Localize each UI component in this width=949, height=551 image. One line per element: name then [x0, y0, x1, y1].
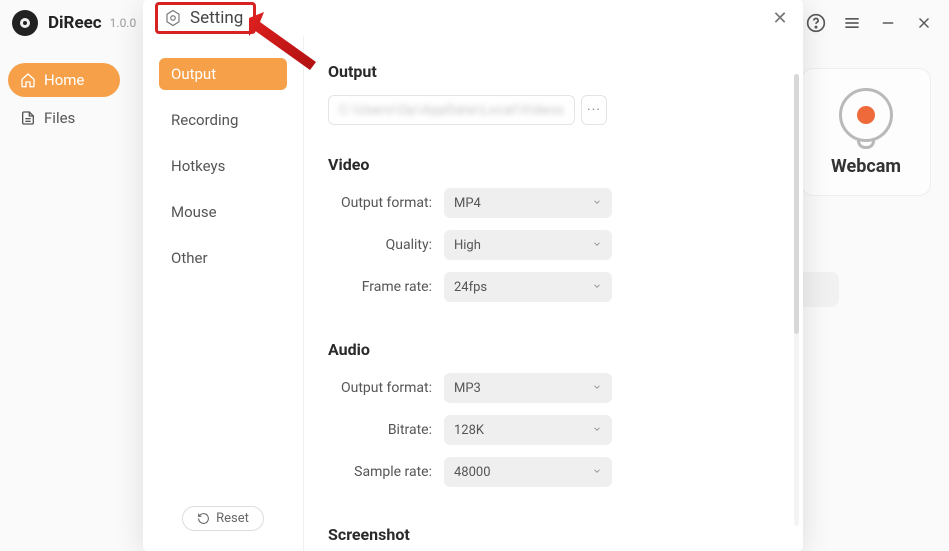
- video-quality-label: Quality:: [328, 237, 432, 253]
- settings-gear-icon: [164, 9, 182, 27]
- app-name: DiReec: [48, 13, 102, 33]
- audio-format-label: Output format:: [328, 380, 432, 396]
- dropdown-value: MP3: [454, 381, 481, 396]
- home-icon: [20, 72, 36, 88]
- chevron-down-icon: [592, 465, 602, 480]
- menu-icon[interactable]: [839, 10, 865, 36]
- audio-format-dropdown[interactable]: MP3: [444, 373, 612, 403]
- settings-nav-recording[interactable]: Recording: [159, 104, 287, 136]
- webcam-label: Webcam: [831, 156, 901, 177]
- output-path-input[interactable]: C:\Users\Op\AppData\Local\Videos: [328, 95, 575, 125]
- sidebar-item-home[interactable]: Home: [8, 63, 120, 97]
- app-logo: [12, 10, 38, 36]
- app-version: 1.0.0: [110, 16, 137, 30]
- sidebar-item-label: Files: [44, 109, 75, 127]
- main-sidebar: Home Files: [0, 45, 128, 157]
- section-title-output: Output: [328, 62, 779, 81]
- settings-nav-hotkeys[interactable]: Hotkeys: [159, 150, 287, 182]
- help-icon[interactable]: [803, 10, 829, 36]
- settings-modal: Setting ✕ Output Recording Hotkeys Mouse…: [143, 0, 803, 551]
- settings-nav-mouse[interactable]: Mouse: [159, 196, 287, 228]
- settings-content: Output C:\Users\Op\AppData\Local\Videos …: [303, 36, 803, 551]
- chevron-down-icon: [592, 423, 602, 438]
- section-title-video: Video: [328, 155, 779, 174]
- minimize-icon[interactable]: [875, 10, 901, 36]
- chevron-down-icon: [592, 381, 602, 396]
- audio-samplerate-label: Sample rate:: [328, 464, 432, 480]
- audio-samplerate-dropdown[interactable]: 48000: [444, 457, 612, 487]
- dropdown-value: 48000: [454, 465, 491, 480]
- sidebar-item-files[interactable]: Files: [8, 101, 120, 135]
- dropdown-value: 24fps: [454, 280, 487, 295]
- audio-bitrate-dropdown[interactable]: 128K: [444, 415, 612, 445]
- modal-header: Setting ✕: [143, 0, 803, 36]
- chevron-down-icon: [592, 280, 602, 295]
- video-format-dropdown[interactable]: MP4: [444, 188, 612, 218]
- section-title-audio: Audio: [328, 340, 779, 359]
- video-framerate-label: Frame rate:: [328, 279, 432, 295]
- modal-title: Setting: [190, 8, 243, 28]
- sidebar-item-label: Home: [44, 71, 84, 89]
- modal-title-highlight: Setting: [155, 2, 256, 34]
- reset-button[interactable]: Reset: [182, 506, 264, 531]
- file-icon: [20, 110, 36, 126]
- video-framerate-dropdown[interactable]: 24fps: [444, 272, 612, 302]
- dropdown-value: MP4: [454, 196, 481, 211]
- output-path-value: C:\Users\Op\AppData\Local\Videos: [339, 103, 564, 118]
- mode-card-webcam[interactable]: Webcam: [801, 68, 931, 196]
- close-window-icon[interactable]: [911, 10, 937, 36]
- reset-label: Reset: [216, 511, 249, 526]
- video-format-label: Output format:: [328, 195, 432, 211]
- webcam-icon: [839, 88, 893, 142]
- chevron-down-icon: [592, 196, 602, 211]
- app-logo-inner: [20, 18, 30, 28]
- settings-nav-output[interactable]: Output: [159, 58, 287, 90]
- output-path-browse-button[interactable]: ···: [581, 95, 607, 125]
- video-quality-dropdown[interactable]: High: [444, 230, 612, 260]
- audio-bitrate-label: Bitrate:: [328, 422, 432, 438]
- dropdown-value: High: [454, 238, 481, 253]
- modal-close-button[interactable]: ✕: [769, 7, 791, 29]
- dropdown-value: 128K: [454, 423, 484, 438]
- scrollbar-thumb[interactable]: [794, 74, 799, 334]
- chevron-down-icon: [592, 238, 602, 253]
- settings-nav: Output Recording Hotkeys Mouse Other Res…: [143, 36, 303, 551]
- settings-nav-other[interactable]: Other: [159, 242, 287, 274]
- reset-icon: [197, 512, 210, 525]
- section-title-screenshot: Screenshot: [328, 525, 779, 544]
